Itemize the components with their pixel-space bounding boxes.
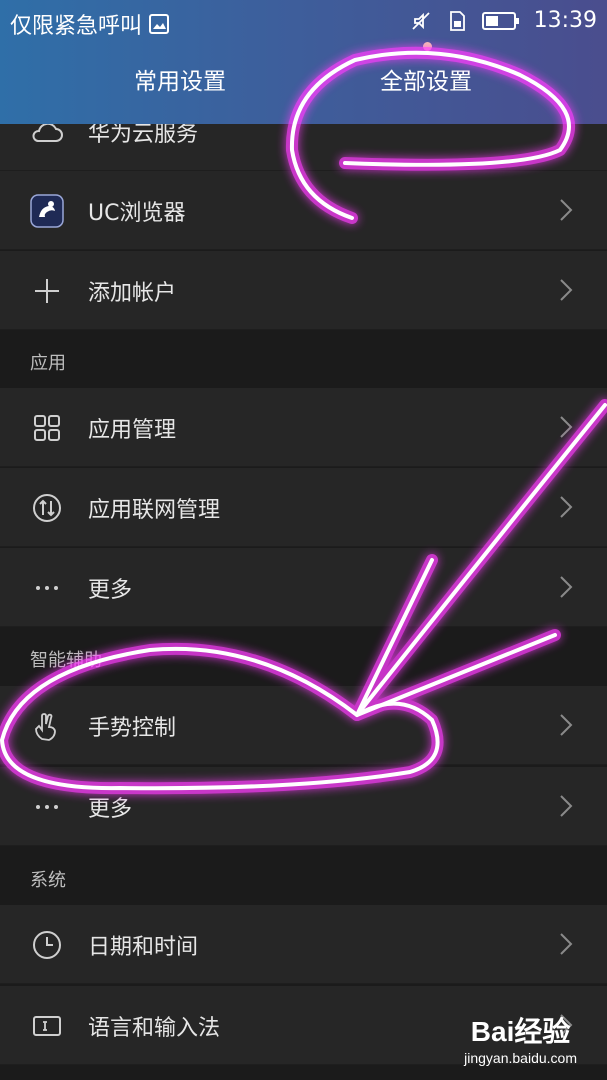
list-item-label: 更多 — [88, 797, 133, 822]
uc-browser-icon — [30, 194, 64, 228]
dots-icon — [36, 586, 58, 590]
battery-icon — [481, 11, 519, 30]
dots-icon — [36, 805, 58, 809]
carrier-text: 仅限紧急呼叫 — [10, 14, 143, 39]
plus-icon — [35, 279, 59, 303]
list-item-apps-more[interactable]: 更多 — [0, 548, 607, 627]
settings-list: 华为云服务 UC浏览器 添加帐户 应用 应用管理 应用联网管理 更多 智能辅助 … — [0, 0, 607, 1080]
status-bar-left: 仅限紧急呼叫 — [10, 8, 170, 40]
watermark-logo: Bai经验 — [470, 1016, 571, 1047]
grid-icon — [34, 415, 60, 441]
chevron-right-icon — [560, 496, 573, 518]
section-header-smart-assist: 智能辅助 — [0, 628, 607, 685]
list-item-label: 应用管理 — [88, 418, 177, 443]
tab-common-settings[interactable]: 常用设置 — [134, 62, 226, 96]
chevron-right-icon — [560, 576, 573, 598]
section-header-apps: 应用 — [0, 331, 607, 388]
chevron-right-icon — [560, 199, 573, 221]
chevron-right-icon — [560, 416, 573, 438]
keyboard-icon — [33, 1016, 61, 1036]
clock-time: 13:39 — [533, 8, 597, 33]
active-tab-indicator — [423, 42, 432, 51]
tab-all-settings[interactable]: 全部设置 — [380, 62, 472, 96]
list-item-label: 日期和时间 — [88, 935, 199, 960]
section-title: 智能辅助 — [30, 650, 102, 671]
list-item-app-network[interactable]: 应用联网管理 — [0, 468, 607, 547]
list-item-label: 应用联网管理 — [88, 498, 221, 523]
chevron-right-icon — [560, 795, 573, 817]
baidu-jingyan-watermark: Bai经验 jingyan.baidu.com — [464, 1010, 577, 1066]
network-icon — [33, 494, 61, 522]
list-item-label: UC浏览器 — [88, 201, 186, 226]
list-item-label: 添加帐户 — [88, 281, 177, 306]
section-title: 应用 — [30, 353, 66, 374]
list-item-label: 手势控制 — [88, 716, 177, 741]
list-item-label: 更多 — [88, 578, 133, 603]
sim-icon — [449, 10, 465, 31]
list-item-date-time[interactable]: 日期和时间 — [0, 905, 607, 984]
watermark-url: jingyan.baidu.com — [464, 1050, 577, 1066]
status-bar: 仅限紧急呼叫 13:39 — [0, 0, 607, 44]
hand-gesture-icon — [35, 713, 56, 741]
settings-header: 仅限紧急呼叫 13:39 常用设置 全部设置 — [0, 0, 607, 124]
image-notification-icon — [149, 14, 170, 34]
list-item-add-account[interactable]: 添加帐户 — [0, 251, 607, 330]
mute-icon — [411, 11, 430, 30]
chevron-right-icon — [560, 933, 573, 955]
list-item-uc-browser[interactable]: UC浏览器 — [0, 171, 607, 250]
list-item-gesture-control[interactable]: 手势控制 — [0, 686, 607, 765]
chevron-right-icon — [560, 714, 573, 736]
status-bar-right: 13:39 — [410, 8, 597, 33]
list-item-label: 语言和输入法 — [88, 1016, 221, 1041]
list-item-app-management[interactable]: 应用管理 — [0, 388, 607, 467]
clock-icon — [33, 931, 61, 959]
list-item-assist-more[interactable]: 更多 — [0, 767, 607, 846]
section-title: 系统 — [30, 870, 66, 891]
chevron-right-icon — [560, 279, 573, 301]
section-header-system: 系统 — [0, 848, 607, 905]
settings-tabs: 常用设置 全部设置 — [0, 62, 607, 112]
